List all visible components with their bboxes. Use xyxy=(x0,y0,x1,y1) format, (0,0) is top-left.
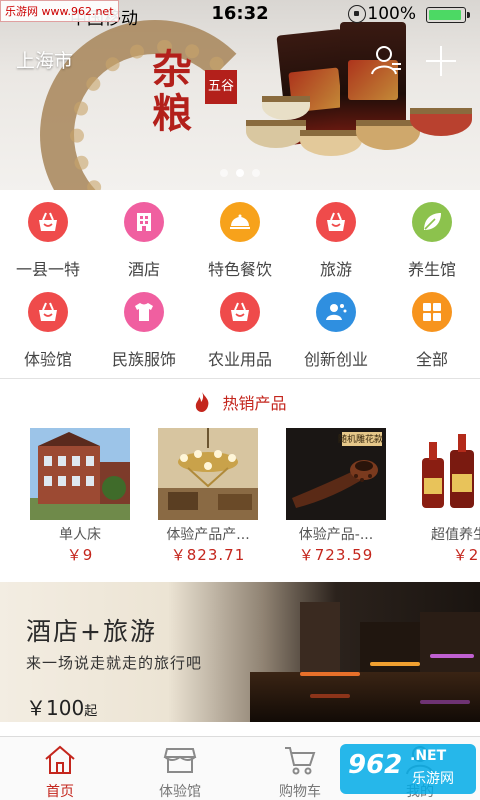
product-price: ￥723.59 xyxy=(298,546,374,564)
tab-1[interactable]: 首页 xyxy=(0,737,120,800)
hot-products-header: 热销产品 xyxy=(0,390,480,416)
promo-banner[interactable]: 酒店+旅游 来一场说走就走的旅行吧 ￥100起 xyxy=(0,582,480,722)
dish-icon xyxy=(220,202,260,242)
category-grid: 一县一特 酒店 特色餐饮 旅游 养生馆体验馆 民族服饰 农业用品 创新创业 全部 xyxy=(0,192,480,372)
basket-icon xyxy=(316,202,356,242)
promo-price-suffix: 起 xyxy=(84,704,98,719)
scenery-building xyxy=(300,602,340,682)
promo-title: 酒店+旅游 xyxy=(26,617,157,646)
divider xyxy=(0,378,480,379)
watermark-number: 962 xyxy=(348,750,403,780)
carousel-dot[interactable] xyxy=(236,169,244,177)
watermark-top: 乐游网 www.962.net xyxy=(0,0,119,22)
battery-icon xyxy=(426,7,470,23)
building-icon xyxy=(124,202,164,242)
category-1[interactable]: 一县一特 xyxy=(0,196,96,286)
add-icon[interactable] xyxy=(424,44,458,78)
rotation-lock-icon xyxy=(348,5,366,23)
tab-2[interactable]: 体验馆 xyxy=(120,737,240,800)
carousel-dot[interactable] xyxy=(220,169,228,177)
banner-seal: 五谷 xyxy=(205,70,237,104)
city-selector[interactable]: 上海市 xyxy=(16,46,73,73)
scenery-light xyxy=(370,662,420,666)
watermark-text: 乐游网 xyxy=(412,771,454,787)
leaf-icon xyxy=(412,202,452,242)
product-image xyxy=(30,428,130,520)
grain-bowl-image xyxy=(300,130,362,156)
category-label: 体验馆 xyxy=(23,350,72,369)
basket-icon xyxy=(220,292,260,332)
store-icon xyxy=(163,745,197,775)
basket-icon xyxy=(28,202,68,242)
product-name: 体验产品-... xyxy=(298,527,374,543)
promo-price: ￥100起 xyxy=(26,692,97,721)
category-label: 民族服饰 xyxy=(111,350,176,369)
product-price: ￥823.71 xyxy=(170,546,246,564)
battery-percent: 100% xyxy=(367,4,416,24)
category-label: 农业用品 xyxy=(207,350,272,369)
category-label: 一县一特 xyxy=(15,260,80,279)
scenery-light xyxy=(300,672,360,676)
category-4[interactable]: 旅游 xyxy=(288,196,384,286)
product-image xyxy=(416,428,480,520)
flame-icon xyxy=(196,392,209,412)
product-price: ￥2 xyxy=(452,546,480,564)
cart-icon xyxy=(283,745,317,775)
product-image xyxy=(158,428,258,520)
banner-title: 杂粮 xyxy=(145,48,192,136)
scenery-light xyxy=(310,694,350,698)
top-banner[interactable]: 杂粮 五谷 中国移动 16:32 100% 乐游网 www.962.net 上海… xyxy=(0,0,480,190)
category-9[interactable]: 创新创业 xyxy=(288,286,384,376)
category-10[interactable]: 全部 xyxy=(384,286,480,376)
product-name: 单人床 xyxy=(59,527,101,543)
basket-icon xyxy=(28,292,68,332)
category-label: 养生馆 xyxy=(407,260,456,279)
watermark-net: .NET xyxy=(410,748,447,764)
product-name: 超值养生套 xyxy=(431,527,480,543)
user-icon[interactable] xyxy=(370,44,402,76)
scenery-water xyxy=(250,672,480,722)
tab-label: 体验馆 xyxy=(159,784,201,800)
tab-label: 首页 xyxy=(46,784,74,800)
home-icon xyxy=(43,745,77,775)
category-label: 特色餐饮 xyxy=(207,260,272,279)
promo-price-value: ￥100 xyxy=(26,696,85,720)
product-price: ￥9 xyxy=(66,546,94,564)
carousel-dot[interactable] xyxy=(252,169,260,177)
product-image: 随机雕花款 xyxy=(286,428,386,520)
hot-products-title: 热销产品 xyxy=(222,394,287,413)
category-8[interactable]: 农业用品 xyxy=(192,286,288,376)
watermark-bottom: 962 .NET 乐游网 xyxy=(340,744,476,794)
hot-products-list: 单人床 ￥9 体验产品产... ￥823.71 随机雕花款体验产品-... ￥723.59… xyxy=(0,428,480,568)
category-label: 全部 xyxy=(415,350,448,369)
scenery-light xyxy=(420,700,470,704)
product-tag: 随机雕花款 xyxy=(338,435,384,445)
promo-subtitle: 来一场说走就走的旅行吧 xyxy=(26,654,203,672)
grid-icon xyxy=(412,292,452,332)
people-icon xyxy=(316,292,356,332)
category-6[interactable]: 体验馆 xyxy=(0,286,96,376)
category-3[interactable]: 特色餐饮 xyxy=(192,196,288,286)
category-5[interactable]: 养生馆 xyxy=(384,196,480,286)
grain-bowl-image xyxy=(356,120,420,150)
category-label: 酒店 xyxy=(127,260,160,279)
category-2[interactable]: 酒店 xyxy=(96,196,192,286)
carousel-indicator xyxy=(0,162,480,181)
scenery-light xyxy=(430,654,474,658)
product-name: 体验产品产... xyxy=(166,527,250,543)
tshirt-icon xyxy=(124,292,164,332)
category-label: 创新创业 xyxy=(303,350,368,369)
category-label: 旅游 xyxy=(319,260,352,279)
category-7[interactable]: 民族服饰 xyxy=(96,286,192,376)
